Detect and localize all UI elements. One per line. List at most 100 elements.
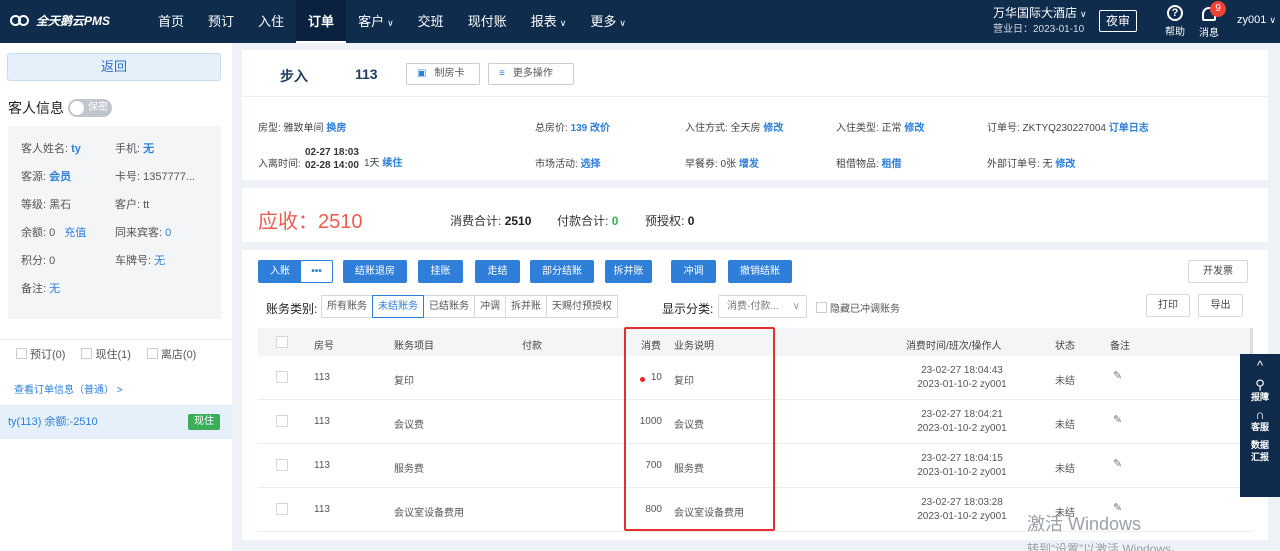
rental-link[interactable]: 租借 [882, 159, 902, 170]
row-room: 113 [314, 372, 330, 383]
hang-account-button[interactable]: 挂账 [418, 260, 463, 283]
extend-stay-link[interactable]: 续住 [382, 158, 402, 169]
payment-total: 付款合计: 0 [557, 212, 618, 229]
filter-reserved[interactable]: 预订(0) [16, 346, 65, 362]
consume-total-value: 2510 [504, 214, 532, 228]
scroll-top-button[interactable]: ^ [1240, 354, 1280, 373]
left-panel: 返回 客人信息 保密 客人姓名: ty 手机: 无 客源: 会员 卡号: 135… [0, 43, 232, 551]
hotel-selector[interactable]: 万华国际大酒店 ∨ 营业日：2023-01-10 [993, 6, 1087, 37]
row-time: 23-02-27 18:04:15 [921, 453, 1003, 464]
order-log-link[interactable]: 订单日志 [1109, 123, 1149, 134]
tab-unsettled-accounts[interactable]: 未结账务 [372, 295, 424, 318]
app-name: 全天鹅云PMS [36, 14, 111, 28]
edit-remark-icon[interactable]: ✎ [1113, 369, 1122, 382]
edit-checkin-mode-link[interactable]: 修改 [763, 123, 783, 134]
stay-time-label: 入离时间: [258, 159, 301, 170]
nav-cash-account[interactable]: 现付账 [456, 0, 519, 43]
user-menu[interactable]: zy001 ∨ [1237, 14, 1276, 26]
hide-offset-checkbox[interactable]: 隐藏已冲调账务 [816, 300, 900, 315]
promotion-select-link[interactable]: 选择 [581, 159, 601, 170]
remark-value[interactable]: 无 [49, 283, 60, 295]
customer-field: 客户: tt [115, 199, 150, 211]
promotion-label: 市场活动: [535, 159, 578, 170]
issue-invoice-button[interactable]: 开发票 [1188, 260, 1248, 283]
row-item: 会议室设备费用 [394, 508, 464, 519]
preauth-label: 预授权: [645, 214, 685, 228]
breakfast-field: 早餐券: 0张 增发 [685, 155, 759, 170]
edit-external-order-link[interactable]: 修改 [1055, 159, 1075, 170]
messages-button[interactable]: 9 消息 [1196, 1, 1226, 39]
filter-checkedout[interactable]: 离店(0) [146, 346, 196, 362]
partial-settle-button[interactable]: 部分结账 [530, 260, 594, 283]
app-logo[interactable]: 全天鹅云PMS [10, 12, 110, 29]
plate-value[interactable]: 无 [154, 255, 165, 267]
row-checkbox[interactable] [276, 415, 288, 427]
edit-checkin-type-link[interactable]: 修改 [904, 123, 924, 134]
recharge-link[interactable]: 充值 [64, 227, 86, 239]
row-item: 复印 [394, 376, 414, 387]
tab-offset[interactable]: 冲调 [474, 295, 506, 318]
walk-settle-button[interactable]: 走结 [475, 260, 520, 283]
checkin-mode-label: 入住方式: 全天房 [685, 123, 761, 134]
nav-more[interactable]: 更多 ∨ [578, 0, 638, 43]
nav-reservation[interactable]: 预订 [196, 0, 246, 43]
guest-info-heading: 客人信息 [8, 100, 64, 116]
edit-remark-icon[interactable]: ✎ [1113, 413, 1122, 426]
nav-checkin[interactable]: 入住 [246, 0, 296, 43]
filter-inhouse[interactable]: 现住(1) [81, 346, 131, 362]
rental-label: 租借物品: [836, 159, 879, 170]
more-operations-button[interactable]: ≡ 更多操作 [488, 63, 574, 85]
phone-value[interactable]: 无 [143, 143, 154, 155]
customer-service-label: 客服 [1250, 422, 1269, 432]
guest-name-value[interactable]: ty [71, 143, 81, 155]
data-report-button[interactable]: 数据汇报 [1247, 433, 1273, 463]
help-button[interactable]: ? 帮助 [1162, 5, 1188, 38]
post-charge-button[interactable]: 入账 [258, 260, 302, 283]
companions-value[interactable]: 0 [165, 227, 171, 239]
guest-name-label: 客人姓名: [21, 143, 69, 155]
report-fault-button[interactable]: ⚲ 报障 [1240, 373, 1280, 403]
col-room: 房号 [314, 341, 334, 352]
nav-customers[interactable]: 客户 ∨ [346, 0, 406, 43]
change-price-link[interactable]: 改价 [590, 123, 610, 134]
edit-remark-icon[interactable]: ✎ [1113, 457, 1122, 470]
account-summary-card: 应收：2510 消费合计: 2510 付款合计: 0 预授权: 0 [242, 188, 1268, 242]
card-number: 卡号: 1357777... [115, 171, 196, 183]
customer-service-button[interactable]: ∩ 客服 [1240, 403, 1280, 433]
source-value[interactable]: 会员 [49, 171, 71, 183]
print-button[interactable]: 打印 [1146, 294, 1190, 317]
row-checkbox[interactable] [276, 503, 288, 515]
nav-shift[interactable]: 交班 [406, 0, 456, 43]
payment-total-value: 0 [611, 214, 619, 228]
secret-toggle[interactable]: 保密 [68, 99, 112, 117]
view-order-info-link[interactable]: 查看订单信息（普通） > [14, 381, 123, 396]
row-time: 23-02-27 18:04:21 [921, 409, 1003, 420]
export-button[interactable]: 导出 [1198, 294, 1243, 317]
back-button[interactable]: 返回 [7, 53, 221, 81]
nav-orders[interactable]: 订单 [296, 0, 347, 43]
more-post-options-button[interactable]: ••• [300, 260, 333, 283]
row-checkbox[interactable] [276, 371, 288, 383]
tab-settled-accounts[interactable]: 已结账务 [423, 295, 475, 318]
room-item-label: ty(113) 余额:-2510 [8, 416, 98, 428]
cancel-settle-button[interactable]: 撤销结账 [728, 260, 792, 283]
checkout-button[interactable]: 结账退房 [343, 260, 407, 283]
split-merge-button[interactable]: 拆并账 [605, 260, 652, 283]
make-room-card-button[interactable]: ▣ 制房卡 [406, 63, 480, 85]
row-checkbox[interactable] [276, 459, 288, 471]
nav-reports[interactable]: 报表 ∨ [519, 0, 579, 43]
tab-split-merge[interactable]: 拆并账 [505, 295, 547, 318]
select-all-checkbox[interactable] [276, 336, 288, 348]
offset-button[interactable]: 冲调 [671, 260, 716, 283]
tab-all-accounts[interactable]: 所有账务 [321, 295, 373, 318]
night-audit-button[interactable]: 夜审 [1099, 10, 1137, 32]
room-list-item[interactable]: ty(113) 余额:-2510 现住 [0, 405, 232, 439]
checkout-time: 02-28 14:00 [305, 160, 359, 171]
change-room-link[interactable]: 换房 [326, 123, 346, 134]
receivable-amount: 应收：2510 [258, 211, 363, 233]
tab-preauth[interactable]: 天赐付预授权 [546, 295, 618, 318]
display-category-select[interactable]: 消费-付款... [718, 295, 807, 318]
breakfast-add-link[interactable]: 增发 [739, 159, 759, 170]
nav-home[interactable]: 首页 [146, 0, 196, 43]
checkin-type-field: 入住类型: 正常 修改 [836, 119, 924, 134]
